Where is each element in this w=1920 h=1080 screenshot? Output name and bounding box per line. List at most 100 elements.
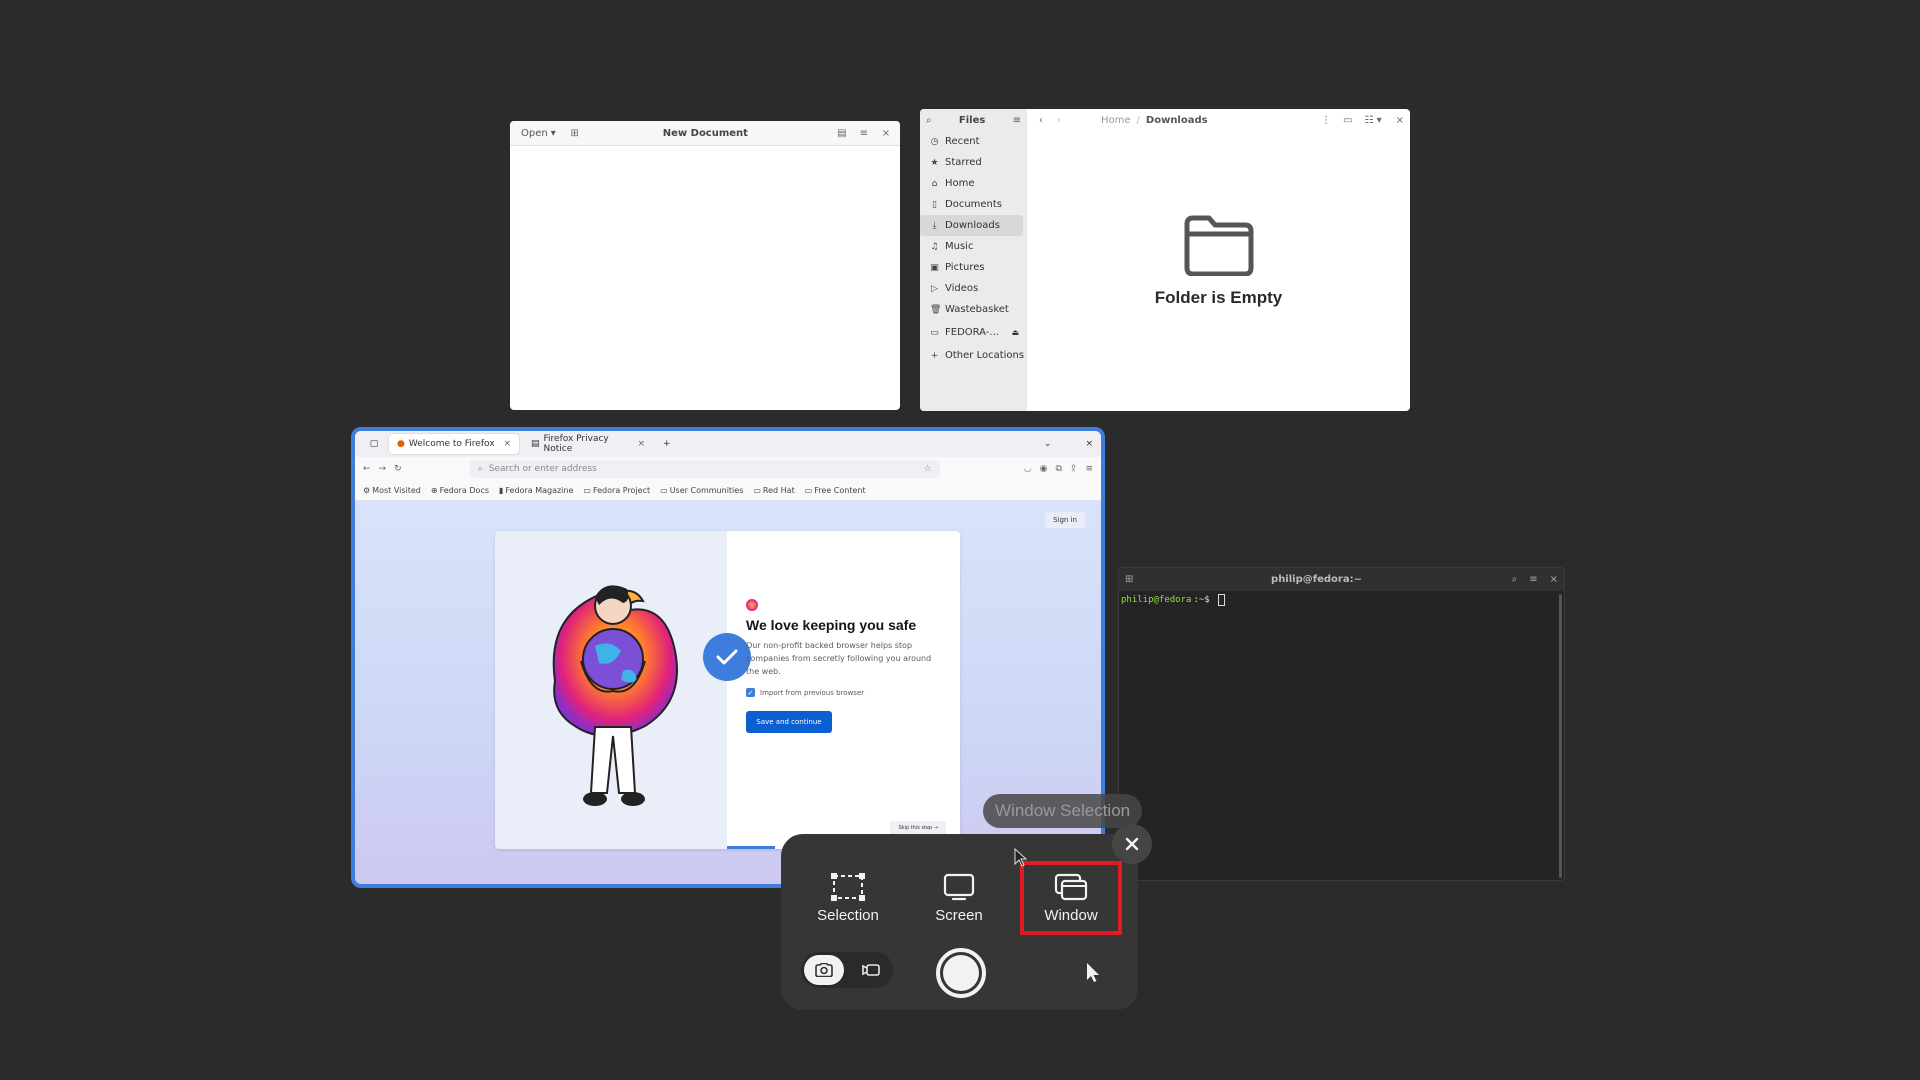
bookmark-item[interactable]: ▭ Red Hat [753,486,794,495]
menu-icon[interactable]: ≡ [1529,574,1537,585]
checkbox-checked-icon[interactable]: ✓ [746,688,755,697]
tab-privacy[interactable]: ▤ Firefox Privacy Notice × [523,434,653,454]
sidebar-item-wastebasket[interactable]: 🗑 Wastebasket [920,299,1027,320]
photo-toggle[interactable] [804,955,844,985]
sidebar-item-other-locations[interactable]: + Other Locations [920,345,1027,366]
close-tab-icon[interactable]: × [503,439,511,449]
capture-button[interactable] [936,948,986,998]
import-label: Import from previous browser [760,688,865,697]
close-icon[interactable]: × [1550,574,1558,585]
tab-overview-icon[interactable]: ▢ [363,439,385,449]
terminal-headerbar: ⊞ philip@fedora:~ ⌕ ≡ × [1119,568,1564,591]
extensions-icon[interactable]: ⧉ [1055,464,1061,474]
skip-step-button[interactable]: Skip this step → [890,821,946,835]
menu-icon[interactable]: ≡ [1013,115,1021,126]
breadcrumb-current[interactable]: Downloads [1146,115,1208,126]
search-icon[interactable]: ⌕ [1512,574,1518,585]
bookmark-star-icon[interactable]: ☆ [924,464,932,474]
save-and-continue-button[interactable]: Save and continue [746,711,832,733]
open-label: Open [521,127,548,139]
mode-label: Window [1044,906,1098,924]
open-button[interactable]: Open ▾ [516,126,561,141]
sidebar-item-downloads[interactable]: ⤓ Downloads [920,215,1023,236]
pointer-icon [1087,963,1099,982]
sidebar-item-label: Other Locations [945,350,1025,361]
sidebar-item-pictures[interactable]: ▣ Pictures [920,257,1027,278]
url-bar[interactable]: ⌕ Search or enter address ☆ [469,460,940,478]
sidebar-item-recent[interactable]: ◷ Recent [920,131,1027,152]
sidebar-item-label: Music [945,241,974,252]
new-tab-icon[interactable]: ⊞ [1125,574,1133,585]
bookmark-label: Red Hat [762,486,795,495]
firefox-favicon-icon: ● [397,439,405,449]
sidebar-item-starred[interactable]: ★ Starred [920,152,1027,173]
reload-icon[interactable]: ↻ [394,464,402,474]
view-icon[interactable]: ☷ ▾ [1364,115,1381,126]
new-tab-icon[interactable]: + [663,439,671,449]
eject-icon[interactable]: ⏏ [1011,328,1019,337]
tab-welcome[interactable]: ● Welcome to Firefox × [389,434,519,454]
download-icon: ⤓ [932,220,937,231]
bookmark-item[interactable]: ⚙ Most Visited [363,486,421,495]
screenshot-panel: Selection Screen Window [781,834,1138,1010]
sidebar-item-music[interactable]: ♫ Music [920,236,1027,257]
terminal-window[interactable]: ⊞ philip@fedora:~ ⌕ ≡ × philip@fedora :~… [1118,567,1565,881]
music-icon: ♫ [930,241,939,252]
nav-bar: ← → ↻ ⌕ Search or enter address ☆ ◡ ◉ ⧉ … [355,457,1101,481]
back-icon[interactable]: ← [363,464,371,474]
text-editor-window[interactable]: Open ▾ ⊞ New Document ▤ ≡ × [510,121,900,410]
menu-icon[interactable]: ≡ [856,125,872,141]
terminal-prompt[interactable]: philip@fedora :~$ [1119,591,1564,609]
capture-type-toggle[interactable] [801,952,893,988]
sidebar-list: ◷ Recent ★ Starred ⌂ Home ▯ Documents ⤓ Downloads… [920,131,1027,320]
new-tab-icon[interactable]: ⊞ [567,125,583,141]
pocket-icon[interactable]: ◡ [1024,464,1032,474]
bookmark-item[interactable]: ▭ Free Content [805,486,866,495]
tab-label: Firefox Privacy Notice [543,434,609,454]
close-tab-icon[interactable]: × [637,439,645,449]
bookmark-item[interactable]: ▭ Fedora Project [583,486,650,495]
screen-mode-button[interactable]: Screen [909,862,1009,934]
window-icon [1054,873,1088,900]
close-icon[interactable]: × [1085,439,1093,449]
files-window[interactable]: ⌕ Files ≡ ◷ Recent ★ Starred ⌂ Home ▯ Documents… [920,109,1410,411]
sign-in-button[interactable]: Sign in [1045,512,1085,528]
files-title: Files [958,114,986,126]
page-favicon-icon: ▤ [531,439,540,449]
back-icon[interactable]: ‹ [1039,115,1043,126]
window-mode-button[interactable]: Window [1020,861,1122,935]
mode-label: Selection [817,906,879,924]
close-icon[interactable]: × [878,125,894,141]
close-icon[interactable]: × [1396,115,1404,126]
bookmark-item[interactable]: ▮ Fedora Magazine [499,486,573,495]
forward-icon[interactable]: → [379,464,387,474]
video-toggle[interactable] [853,955,889,985]
plus-icon: + [930,350,939,361]
breadcrumb-home[interactable]: Home [1101,115,1131,126]
more-icon[interactable]: ⋮ [1321,115,1331,126]
forward-icon[interactable]: › [1057,115,1061,126]
folder-icon [1184,215,1253,276]
import-checkbox-row[interactable]: ✓ Import from previous browser [746,688,946,697]
bookmark-item[interactable]: ⊕ Fedora Docs [431,486,489,495]
account-icon[interactable]: ◉ [1040,464,1048,474]
show-pointer-toggle[interactable] [1081,960,1105,984]
bookmark-label: Fedora Docs [439,486,489,495]
selection-mode-button[interactable]: Selection [798,862,898,934]
save-icon[interactable]: ▤ [834,125,850,141]
close-screenshot-button[interactable] [1112,824,1152,864]
sidebar-item-documents[interactable]: ▯ Documents [920,194,1027,215]
bookmark-item[interactable]: ▭ User Communities [660,486,743,495]
new-folder-icon[interactable]: ▭ [1343,115,1352,126]
menu-icon[interactable]: ≡ [1085,464,1093,474]
scrollbar[interactable] [1559,594,1562,878]
sidebar-item-label: Starred [945,157,982,168]
sidebar-item-videos[interactable]: ▷ Videos [920,278,1027,299]
text-cursor [1217,594,1225,606]
sidebar-item-home[interactable]: ⌂ Home [920,173,1027,194]
sidebar-item-label: FEDORA-... [945,327,999,338]
share-icon[interactable]: ⇪ [1070,464,1078,474]
files-headerbar: ‹ › Home / Downloads ⋮ ▭ ☷ ▾ × [1027,109,1410,131]
sidebar-item-drive[interactable]: ▭ FEDORA-... ⏏ [920,322,1027,343]
list-tabs-icon[interactable]: ⌄ [1044,439,1052,449]
